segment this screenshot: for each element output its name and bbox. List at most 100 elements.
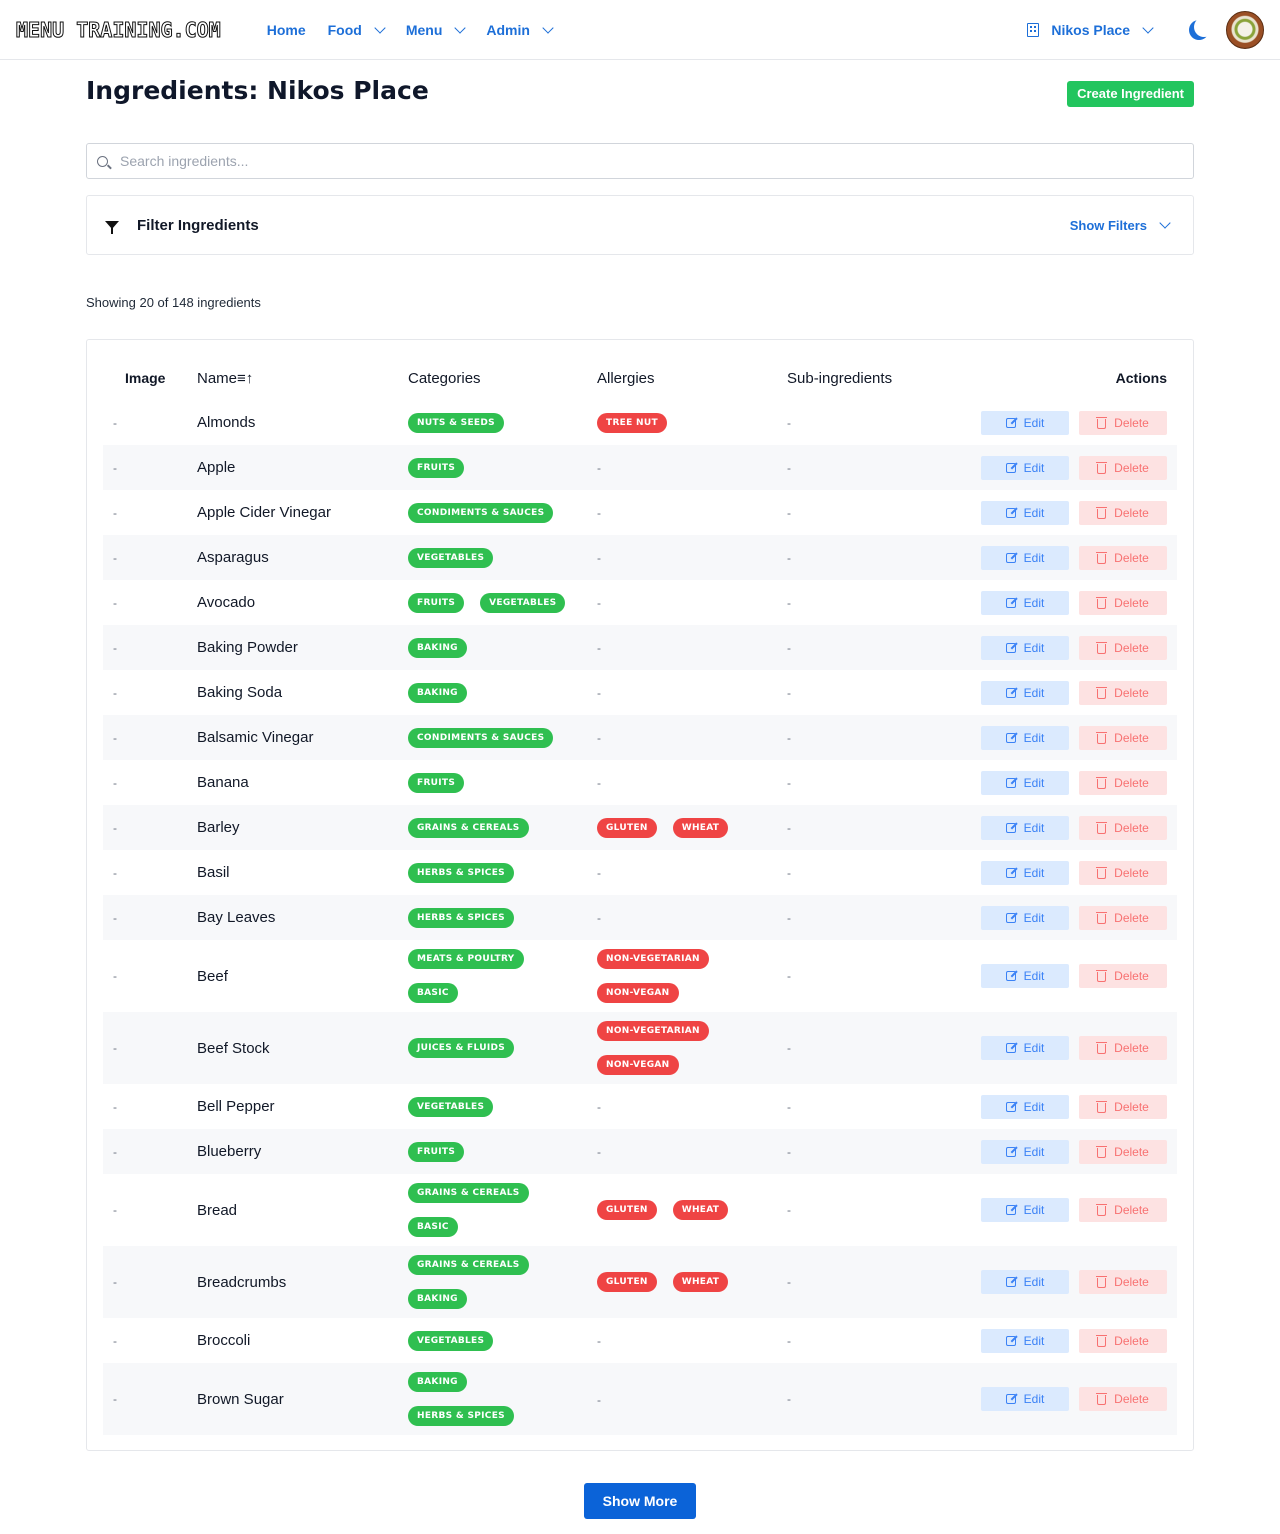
empty-image-placeholder: - <box>113 969 117 983</box>
edit-button[interactable]: Edit <box>981 500 1069 525</box>
trash-icon <box>1095 596 1107 609</box>
edit-button[interactable]: Edit <box>981 545 1069 570</box>
cell-image: - <box>103 490 197 535</box>
nav-food-dropdown[interactable]: Food <box>328 22 386 38</box>
search-input[interactable] <box>120 153 1193 169</box>
delete-button[interactable]: Delete <box>1079 1270 1167 1294</box>
edit-label: Edit <box>1023 1144 1045 1159</box>
edit-button[interactable]: Edit <box>981 1036 1069 1060</box>
delete-button[interactable]: Delete <box>1079 1036 1167 1060</box>
category-badge: BAKING <box>408 1289 467 1309</box>
delete-button[interactable]: Delete <box>1079 680 1167 705</box>
edit-button[interactable]: Edit <box>981 1328 1069 1353</box>
edit-label: Edit <box>1023 505 1045 520</box>
category-badge: GRAINS & CEREALS <box>408 817 529 838</box>
cell-image: - <box>103 1174 197 1246</box>
table-row: - Beef MEATS & POULTRY BASIC NON-VEGETARIAN N… <box>103 940 1177 1012</box>
empty-placeholder: - <box>787 1144 791 1159</box>
show-filters-toggle[interactable]: Show Filters <box>1070 217 1171 233</box>
edit-icon <box>1005 462 1016 473</box>
edit-button[interactable]: Edit <box>981 1387 1069 1411</box>
user-avatar[interactable] <box>1226 11 1264 49</box>
edit-icon <box>1005 1394 1016 1404</box>
edit-button[interactable]: Edit <box>981 1198 1069 1222</box>
edit-button[interactable]: Edit <box>981 1270 1069 1294</box>
delete-label: Delete <box>1114 730 1149 745</box>
cell-categories: FRUITS <box>408 1129 597 1174</box>
cell-sub-ingredients: - <box>787 715 937 760</box>
cell-categories: NUTS & SEEDS <box>408 400 597 445</box>
delete-label: Delete <box>1114 910 1149 925</box>
category-badge: VEGETABLES <box>408 547 494 568</box>
delete-button[interactable]: Delete <box>1079 1387 1167 1411</box>
show-more-button[interactable]: Show More <box>584 1483 696 1519</box>
empty-image-placeholder: - <box>113 1275 117 1289</box>
edit-button[interactable]: Edit <box>981 725 1069 750</box>
delete-button[interactable]: Delete <box>1079 815 1167 840</box>
cell-actions: Edit Delete <box>937 940 1177 1012</box>
edit-button[interactable]: Edit <box>981 590 1069 615</box>
building-icon <box>1027 23 1040 37</box>
place-selector[interactable]: Nikos Place <box>1027 22 1154 38</box>
delete-button[interactable]: Delete <box>1079 1094 1167 1119</box>
edit-button[interactable]: Edit <box>981 410 1069 435</box>
edit-button[interactable]: Edit <box>981 1094 1069 1119</box>
delete-button[interactable]: Delete <box>1079 500 1167 525</box>
cell-actions: Edit Delete <box>937 1363 1177 1435</box>
delete-button[interactable]: Delete <box>1079 545 1167 570</box>
table-row: - Apple Cider Vinegar CONDIMENTS & SAUCES -… <box>103 490 1177 535</box>
allergy-badge: GLUTEN <box>597 1272 657 1292</box>
delete-label: Delete <box>1114 415 1149 430</box>
cell-image: - <box>103 580 197 625</box>
cell-categories: CONDIMENTS & SAUCES <box>408 715 597 760</box>
site-logo[interactable]: MENU TRAINING.COM <box>16 17 222 42</box>
nav-home[interactable]: Home <box>267 22 306 38</box>
edit-button[interactable]: Edit <box>981 860 1069 885</box>
edit-button[interactable]: Edit <box>981 905 1069 930</box>
cell-categories-badges: BAKING <box>408 679 597 707</box>
cell-image: - <box>103 940 197 1012</box>
delete-button[interactable]: Delete <box>1079 725 1167 750</box>
cell-categories: BAKING <box>408 670 597 715</box>
delete-button[interactable]: Delete <box>1079 860 1167 885</box>
category-badge: HERBS & SPICES <box>408 862 514 883</box>
cell-allergies: - <box>597 490 787 535</box>
empty-placeholder: - <box>787 415 791 430</box>
delete-button[interactable]: Delete <box>1079 410 1167 435</box>
edit-button[interactable]: Edit <box>981 455 1069 480</box>
cell-allergies-badges: NON-VEGETARIAN NON-VEGAN <box>597 1017 787 1079</box>
category-badge: BASIC <box>408 1217 458 1237</box>
delete-button[interactable]: Delete <box>1079 905 1167 930</box>
delete-button[interactable]: Delete <box>1079 455 1167 480</box>
delete-button[interactable]: Delete <box>1079 1328 1167 1353</box>
edit-button[interactable]: Edit <box>981 815 1069 840</box>
edit-button[interactable]: Edit <box>981 635 1069 660</box>
table-row: - Apple FRUITS - - Edit Delete <box>103 445 1177 490</box>
nav-menu-dropdown[interactable]: Menu <box>406 22 467 38</box>
empty-image-placeholder: - <box>113 1099 117 1114</box>
cell-allergies-badges: GLUTEN WHEAT <box>597 1196 787 1224</box>
cell-categories-badges: VEGETABLES <box>408 544 597 572</box>
cell-actions: Edit Delete <box>937 895 1177 940</box>
cell-image: - <box>103 1246 197 1318</box>
header-name-sort[interactable]: Name≡↑ <box>197 356 408 400</box>
delete-button[interactable]: Delete <box>1079 770 1167 795</box>
dark-mode-toggle-icon[interactable] <box>1194 17 1214 37</box>
delete-button[interactable]: Delete <box>1079 964 1167 988</box>
edit-button[interactable]: Edit <box>981 770 1069 795</box>
edit-button[interactable]: Edit <box>981 1139 1069 1164</box>
edit-label: Edit <box>1023 865 1045 880</box>
delete-button[interactable]: Delete <box>1079 1198 1167 1222</box>
empty-image-placeholder: - <box>113 415 117 430</box>
top-navbar: MENU TRAINING.COM Home Food Menu Admin N… <box>0 0 1280 60</box>
category-badge: GRAINS & CEREALS <box>408 1255 529 1275</box>
nav-admin-dropdown[interactable]: Admin <box>486 22 554 38</box>
create-ingredient-button[interactable]: Create Ingredient <box>1067 81 1194 107</box>
delete-button[interactable]: Delete <box>1079 1139 1167 1164</box>
chevron-down-icon <box>1159 217 1171 229</box>
edit-button[interactable]: Edit <box>981 964 1069 988</box>
delete-button[interactable]: Delete <box>1079 635 1167 660</box>
cell-categories-badges: JUICES & FLUIDS <box>408 1034 597 1062</box>
edit-button[interactable]: Edit <box>981 680 1069 705</box>
delete-button[interactable]: Delete <box>1079 590 1167 615</box>
